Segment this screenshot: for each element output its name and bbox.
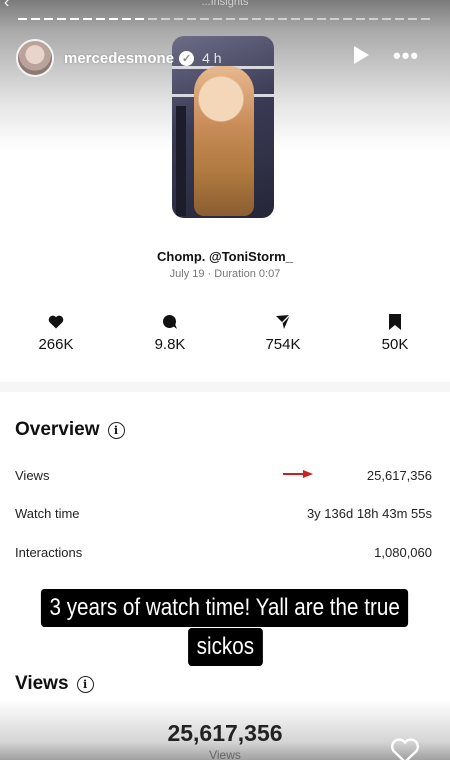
saves-count: 50K (381, 336, 409, 353)
views-title: Views (15, 673, 69, 694)
more-options-icon[interactable]: ••• (393, 45, 419, 67)
overview-row-watch-time: Watch time 3y 136d 18h 43m 55s (15, 506, 432, 521)
row-label: Interactions (15, 545, 83, 560)
like-story-heart-icon[interactable] (390, 738, 420, 760)
username[interactable]: mercedesmone (64, 50, 174, 67)
post-time: 4 h (202, 50, 222, 66)
red-arrow-icon (283, 470, 313, 478)
story-text-overlay-line-2: sickos (0, 628, 450, 666)
stat-saves: 50K (355, 312, 435, 353)
post-meta: July 19 · Duration 0:07 (169, 268, 281, 280)
top-hint-text: ...Insights (201, 0, 249, 8)
stat-comments: 9.8K (130, 312, 210, 353)
story-header: mercedesmone ✓ 4 h ••• (16, 38, 436, 78)
story-text-overlay-line-1: 3 years of watch time! Yall are the true (0, 589, 450, 627)
engagement-stats: 266K 9.8K 754K 50K (0, 312, 450, 362)
ring-post (176, 106, 186, 216)
avatar[interactable] (16, 39, 54, 77)
views-total-label: Views (209, 748, 241, 760)
overview-row-views: Views 25,617,356 (15, 468, 432, 483)
row-label: Views (15, 468, 50, 483)
stat-likes: 266K (16, 312, 96, 353)
shares-count: 754K (265, 336, 301, 353)
row-value: 25,617,356 (366, 468, 432, 483)
info-icon[interactable]: i (76, 675, 94, 693)
stat-shares: 754K (243, 312, 323, 353)
row-value: 3y 136d 18h 43m 55s (306, 506, 432, 521)
views-total: 25,617,356 (167, 720, 283, 746)
back-chevron-icon[interactable]: ‹ (4, 0, 9, 12)
overview-heading: Overview i (15, 419, 125, 441)
verified-badge-icon: ✓ (179, 50, 195, 66)
post-caption: Chomp. @ToniStorm_ (157, 249, 293, 264)
story-progress-bar (18, 18, 432, 20)
overview-row-interactions: Interactions 1,080,060 (15, 545, 432, 560)
bookmark-icon (355, 312, 435, 332)
story-progress-fill (18, 18, 147, 20)
comment-icon (130, 312, 210, 332)
row-label: Watch time (15, 506, 80, 521)
row-value: 1,080,060 (374, 545, 432, 560)
overview-title: Overview (15, 419, 100, 440)
comments-count: 9.8K (154, 336, 186, 353)
play-icon[interactable] (354, 46, 369, 64)
heart-icon (16, 312, 96, 332)
overlay-text: 3 years of watch time! Yall are the true (41, 589, 409, 627)
wrestlers-figure (194, 66, 254, 216)
share-icon (243, 312, 323, 332)
section-divider (0, 382, 450, 392)
info-icon[interactable]: i (107, 421, 125, 439)
overlay-text: sickos (187, 628, 263, 666)
views-heading: Views i (15, 673, 94, 695)
likes-count: 266K (38, 336, 74, 353)
